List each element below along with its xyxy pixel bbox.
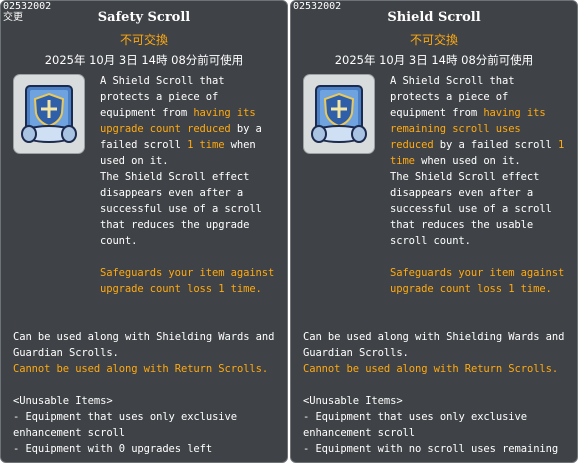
usage-notes: Can be used along with Shielding Wards a… [303,329,573,457]
unusable-items-header: <Unusable Items> [13,395,113,407]
untradeable-label: 不可交換 [119,33,168,47]
scroll-icon [21,85,77,143]
safeguard-text: Safeguards your item against [100,267,275,279]
safeguard-text: Safeguards your item against [390,267,565,279]
untradeable-label: 不可交換 [409,33,458,47]
usage-notes: Can be used along with Shielding Wards a… [13,329,283,457]
expiry-date: 2025年 10月 3日 14時 08分前可使用 [334,53,534,67]
item-tooltip-safety-scroll: 02532002 交更 Safety Scroll 不可交換 2025年 10月… [0,0,288,463]
item-icon-frame [303,74,375,154]
item-tooltip-shield-scroll: 02532002 Shield Scroll 不可交換 2025年 10月 3日… [290,0,578,463]
item-description: A Shield Scroll that protects a piece of… [100,73,286,297]
item-icon-frame [13,74,85,154]
return-scroll-warning: Cannot be used along with Return Scrolls… [303,363,559,375]
item-title: Safety Scroll [97,10,191,25]
item-description: A Shield Scroll that protects a piece of… [390,73,576,297]
unusable-items-header: <Unusable Items> [303,395,403,407]
expiry-date: 2025年 10月 3日 14時 08分前可使用 [44,53,244,67]
scroll-icon [311,85,367,143]
return-scroll-warning: Cannot be used along with Return Scrolls… [13,363,269,375]
item-title: Shield Scroll [387,10,481,25]
